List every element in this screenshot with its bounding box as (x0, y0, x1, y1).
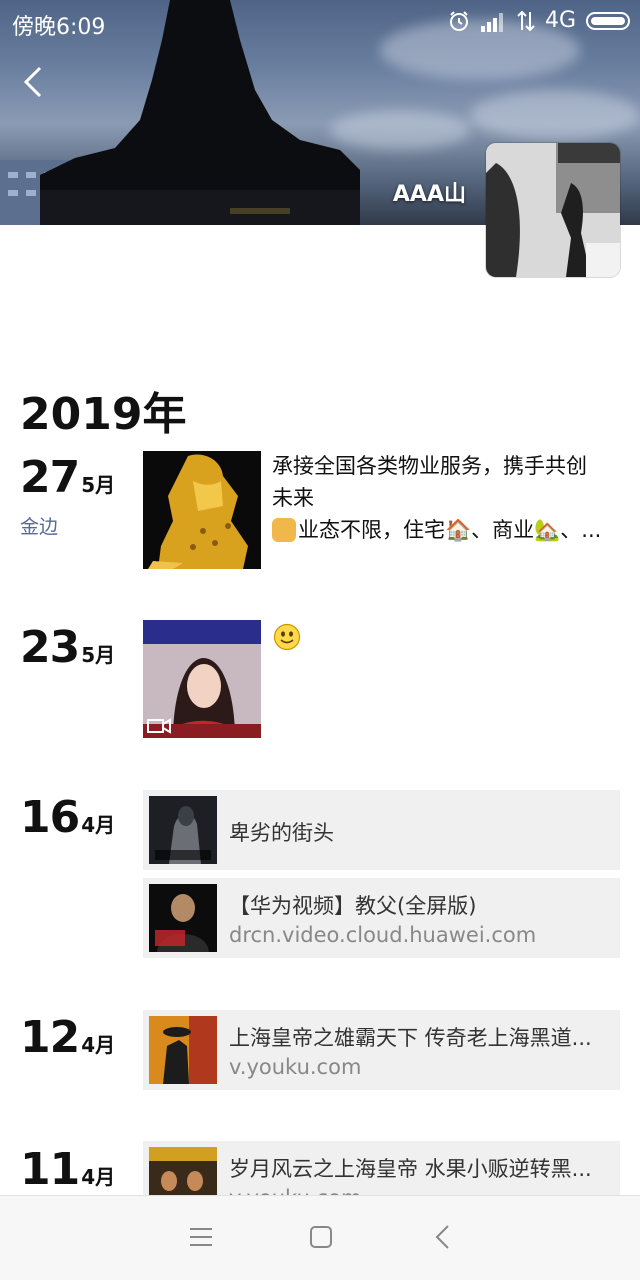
avatar[interactable] (486, 143, 620, 277)
video-camera-icon (147, 718, 171, 734)
shared-link-thumbnail (149, 884, 217, 952)
timeline-year: 2019年 (20, 389, 187, 440)
status-time: 傍晚6:09 (12, 15, 106, 40)
system-navigation-bar (0, 1195, 640, 1280)
cloud-decoration (470, 90, 640, 140)
post-text[interactable]: 承接全国各类物业服务，携手共创 未来 业态不限，住宅🏠、商业🏡、... (272, 450, 617, 546)
post-text-line: 未来 (272, 486, 314, 510)
battery-icon (586, 11, 630, 30)
post-month: 4月 (81, 1165, 116, 1189)
smiley-face-icon (273, 623, 301, 655)
post-day: 27 (20, 452, 80, 503)
shared-link-title: 卑劣的街头 (229, 821, 334, 845)
profile-username[interactable]: AAA山 (393, 176, 466, 208)
shared-link-title: 【华为视频】教父(全屏版) (229, 894, 477, 918)
shared-link-card[interactable]: 【华为视频】教父(全屏版) drcn.video.cloud.huawei.co… (143, 878, 620, 958)
post-date: 11 4月 (20, 1144, 115, 1195)
golden-statue-image (143, 451, 261, 569)
post-month: 4月 (81, 813, 116, 837)
post-photo[interactable] (143, 451, 261, 569)
post-month: 5月 (81, 643, 116, 667)
back-triangle-icon[interactable] (428, 1222, 458, 1252)
post-date: 12 4月 (20, 1012, 115, 1063)
post-day: 12 (20, 1012, 80, 1063)
avatar-image (486, 143, 620, 277)
back-arrow-icon[interactable] (18, 62, 54, 102)
status-icons: 4G (447, 8, 630, 33)
fist-emoji-icon (272, 518, 296, 542)
menu-icon[interactable] (186, 1222, 216, 1252)
post-month: 4月 (81, 1033, 116, 1057)
post-text-line: 业态不限，住宅🏠、商业🏡、... (272, 514, 617, 546)
shared-link-title: 上海皇帝之雄霸天下 传奇老上海黑道... (229, 1026, 592, 1050)
post-day: 16 (20, 792, 80, 843)
data-transfer-icon (517, 10, 535, 31)
post-day: 11 (20, 1144, 80, 1195)
signal-icon (480, 12, 503, 32)
alarm-icon (449, 10, 468, 31)
shared-link-domain: v.youku.com (229, 1055, 362, 1079)
shared-link-thumbnail (149, 1016, 217, 1084)
shared-link-card[interactable]: 卑劣的街头 (143, 790, 620, 870)
shared-link-domain: drcn.video.cloud.huawei.com (229, 923, 537, 947)
shared-link-thumbnail (149, 796, 217, 864)
home-square-icon[interactable] (306, 1222, 336, 1252)
network-type: 4G (544, 8, 576, 33)
post-location[interactable]: 金边 (20, 512, 58, 539)
post-date: 27 5月 (20, 452, 115, 503)
status-bar: 傍晚6:09 4G (0, 0, 640, 46)
post-month: 5月 (81, 473, 116, 497)
post-day: 23 (20, 622, 80, 673)
post-date: 16 4月 (20, 792, 115, 843)
post-video[interactable] (143, 620, 261, 738)
post-date: 23 5月 (20, 622, 115, 673)
shared-link-card[interactable]: 上海皇帝之雄霸天下 传奇老上海黑道... v.youku.com (143, 1010, 620, 1090)
shared-link-title: 岁月风云之上海皇帝 水果小贩逆转黑... (229, 1157, 592, 1181)
post-text-line: 承接全国各类物业服务，携手共创 (272, 454, 587, 478)
